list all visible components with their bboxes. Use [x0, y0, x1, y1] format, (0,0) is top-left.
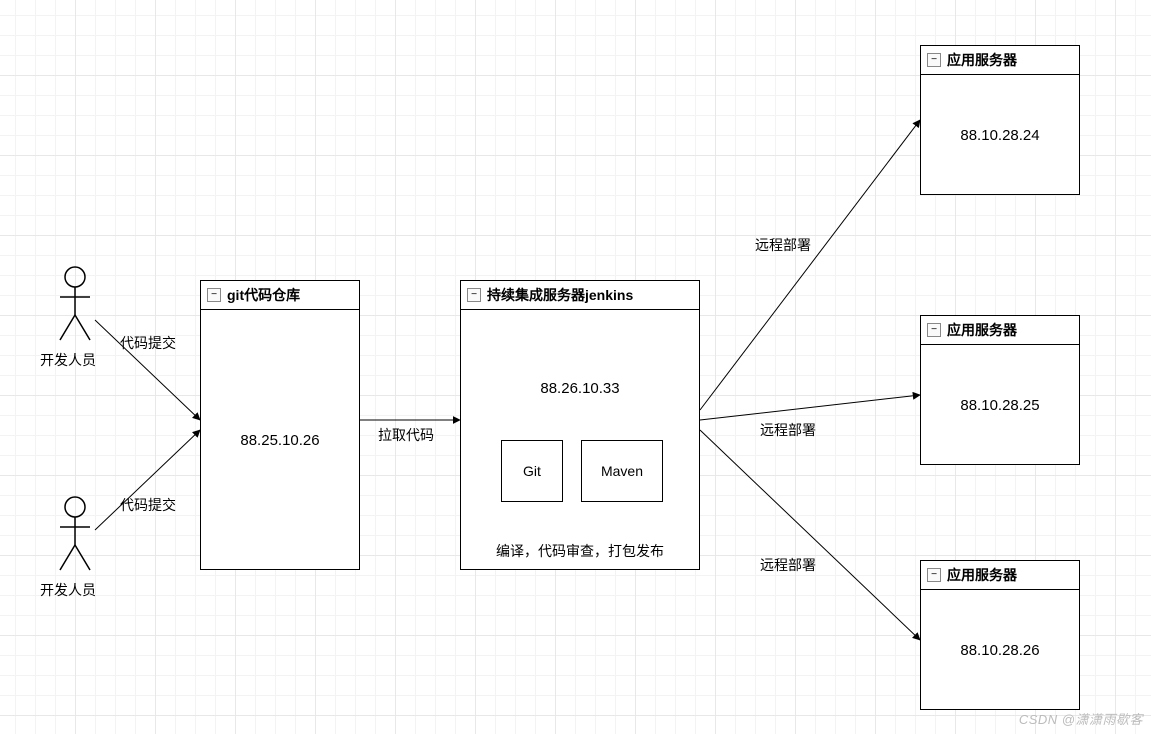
watermark: CSDN @潇潇雨歇客 [1019, 709, 1143, 728]
app2-title: 应用服务器 [947, 320, 1017, 340]
node-app-server-2[interactable]: − 应用服务器 88.10.28.25 [920, 315, 1080, 465]
app3-header: − 应用服务器 [921, 561, 1079, 590]
git-title: git代码仓库 [227, 285, 300, 305]
node-ci-jenkins[interactable]: − 持续集成服务器jenkins 88.26.10.33 Git Maven 编… [460, 280, 700, 570]
collapse-icon[interactable]: − [927, 53, 941, 67]
ci-title: 持续集成服务器jenkins [487, 285, 633, 305]
ci-caption: 编译，代码审查，打包发布 [461, 541, 699, 561]
actor-developer-1 [55, 265, 95, 345]
ci-ip: 88.26.10.33 [540, 380, 619, 397]
actor-developer-2 [55, 495, 95, 575]
collapse-icon[interactable]: − [927, 568, 941, 582]
app3-ip: 88.10.28.26 [960, 642, 1039, 659]
ci-tool-maven[interactable]: Maven [581, 440, 663, 502]
edge-label-deploy-1: 远程部署 [755, 235, 811, 255]
collapse-icon[interactable]: − [927, 323, 941, 337]
edge-label-pull: 拉取代码 [378, 425, 434, 445]
app1-header: − 应用服务器 [921, 46, 1079, 75]
app1-ip: 88.10.28.24 [960, 127, 1039, 144]
app3-title: 应用服务器 [947, 565, 1017, 585]
git-ip: 88.25.10.26 [240, 432, 319, 449]
node-git-repo[interactable]: − git代码仓库 88.25.10.26 [200, 280, 360, 570]
node-ci-header: − 持续集成服务器jenkins [461, 281, 699, 310]
app1-title: 应用服务器 [947, 50, 1017, 70]
node-app-server-1[interactable]: − 应用服务器 88.10.28.24 [920, 45, 1080, 195]
ci-tool-git[interactable]: Git [501, 440, 563, 502]
node-git-header: − git代码仓库 [201, 281, 359, 310]
actor-2-label: 开发人员 [40, 580, 96, 600]
app2-header: − 应用服务器 [921, 316, 1079, 345]
collapse-icon[interactable]: − [467, 288, 481, 302]
edge-label-commit-2: 代码提交 [120, 495, 176, 515]
edge-label-deploy-2: 远程部署 [760, 420, 816, 440]
collapse-icon[interactable]: − [207, 288, 221, 302]
node-app-server-3[interactable]: − 应用服务器 88.10.28.26 [920, 560, 1080, 710]
edge-label-deploy-3: 远程部署 [760, 555, 816, 575]
actor-1-label: 开发人员 [40, 350, 96, 370]
app2-ip: 88.10.28.25 [960, 397, 1039, 414]
edge-label-commit-1: 代码提交 [120, 333, 176, 353]
